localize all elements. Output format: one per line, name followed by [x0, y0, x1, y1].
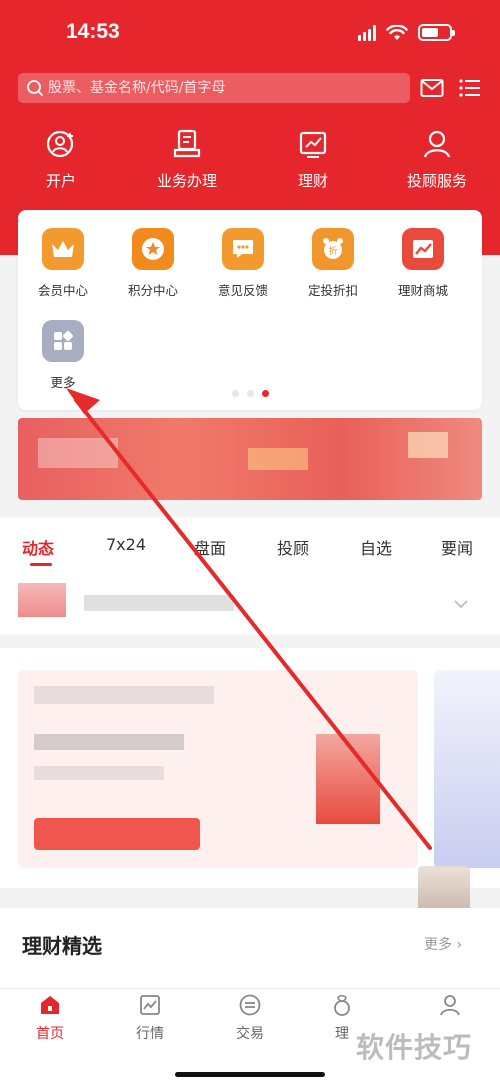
advisor-icon: [423, 130, 451, 158]
search-bar[interactable]: [18, 73, 410, 103]
home-icon: [41, 996, 59, 1014]
promo-banner[interactable]: [18, 418, 482, 500]
profile-icon: [440, 995, 460, 1016]
quick-wealth-mall[interactable]: 理财商城: [378, 228, 468, 299]
menu-label: 理财: [297, 172, 328, 190]
promo-text-blurred: [34, 766, 164, 780]
news-thumbnail: [18, 583, 66, 617]
nav-label: 理: [335, 1026, 349, 1042]
star-coin-icon: [132, 228, 174, 270]
section-title: 理财精选: [22, 934, 102, 958]
menu-business[interactable]: 业务办理: [132, 128, 242, 191]
nav-label: 行情: [136, 1026, 164, 1042]
nav-home[interactable]: 首页: [10, 993, 90, 1043]
chart-board-icon: [299, 131, 327, 158]
trend-chart-icon: [402, 228, 444, 270]
home-indicator: [175, 1072, 325, 1077]
piggy-clock-icon: 折: [312, 228, 354, 270]
quick-points-center[interactable]: 积分中心: [108, 228, 198, 299]
menu-label: 投顾服务: [406, 172, 467, 190]
nav-label: 交易: [236, 1026, 264, 1042]
promo-image: [316, 734, 380, 824]
market-chart-icon: [140, 995, 160, 1015]
page-dot: [246, 390, 254, 397]
quick-menu-card: 会员中心 积分中心 意见反馈 折 定投折扣 理财商城 更多: [18, 210, 482, 410]
nav-label: 首页: [36, 1026, 64, 1042]
user-add-icon: [46, 130, 74, 158]
wifi-icon: [386, 24, 408, 40]
news-section: 动态 7x24 盘面 投顾 自选 要闻: [0, 517, 500, 635]
page-dot: [231, 390, 239, 397]
mail-icon[interactable]: [420, 77, 444, 99]
more-link[interactable]: 更多 ›: [424, 934, 462, 954]
tab-7x24[interactable]: 7x24: [106, 535, 146, 554]
quick-label: 理财商城: [397, 283, 448, 298]
search-input[interactable]: [48, 80, 388, 96]
tab-market-board[interactable]: 盘面: [194, 535, 226, 559]
page-dot-active: [261, 390, 269, 397]
tab-dynamic[interactable]: 动态: [22, 535, 54, 559]
quick-feedback[interactable]: 意见反馈: [198, 228, 288, 299]
promo-text-blurred: [34, 686, 214, 704]
tab-underline: [30, 563, 52, 566]
menu-wealth[interactable]: 理财: [258, 128, 368, 191]
menu-advisor[interactable]: 投顾服务: [382, 128, 492, 191]
quick-label: 会员中心: [37, 283, 88, 298]
svg-text:折: 折: [328, 245, 337, 257]
promo-text-blurred: [34, 734, 184, 750]
promo-button[interactable]: [34, 818, 200, 850]
quick-label: 更多: [50, 375, 76, 390]
quick-label: 定投折扣: [307, 283, 358, 298]
status-icons: [358, 24, 455, 41]
promo-card-next[interactable]: [434, 670, 500, 868]
quick-label: 意见反馈: [217, 283, 268, 298]
promo-card[interactable]: [18, 670, 418, 868]
signal-icon: [358, 24, 376, 41]
status-bar: 14:53: [0, 0, 500, 66]
quick-label: 积分中心: [127, 283, 178, 298]
quick-member-center[interactable]: 会员中心: [18, 228, 108, 299]
top-menu: 开户 业务办理 理财 投顾服务: [0, 128, 500, 198]
search-icon: [27, 80, 43, 96]
banner-blur: [248, 448, 308, 470]
nav-trade[interactable]: 交易: [210, 993, 290, 1043]
menu-label: 业务办理: [156, 172, 217, 190]
quick-more[interactable]: 更多: [18, 320, 108, 391]
grid-more-icon: [42, 320, 84, 362]
tab-watchlist[interactable]: 自选: [360, 535, 392, 559]
watermark: 软件技巧: [356, 1031, 473, 1064]
document-stamp-icon: [173, 129, 201, 158]
menu-list-icon[interactable]: [458, 77, 482, 99]
battery-icon: [418, 24, 455, 41]
promo-section: [0, 648, 500, 888]
quick-investment-discount[interactable]: 折 定投折扣: [288, 228, 378, 299]
trade-icon: [239, 994, 261, 1016]
more-label: 更多: [424, 937, 452, 953]
menu-label: 开户: [45, 172, 76, 190]
page-indicator: [18, 390, 482, 397]
menu-open-account[interactable]: 开户: [6, 128, 116, 191]
chevron-down-icon[interactable]: [454, 599, 468, 609]
banner-blur: [38, 438, 118, 468]
status-time: 14:53: [66, 20, 120, 43]
nav-market[interactable]: 行情: [110, 993, 190, 1043]
banner-blur: [408, 432, 448, 458]
tab-headlines[interactable]: 要闻: [441, 535, 473, 559]
crown-icon: [42, 228, 84, 270]
finance-section: 理财精选 更多 ›: [0, 908, 500, 988]
nav-profile[interactable]: [410, 993, 490, 1023]
news-text-blurred: [84, 595, 234, 611]
wealth-icon: [334, 994, 350, 1016]
tab-advisor[interactable]: 投顾: [277, 535, 309, 559]
chat-bubble-icon: [222, 228, 264, 270]
